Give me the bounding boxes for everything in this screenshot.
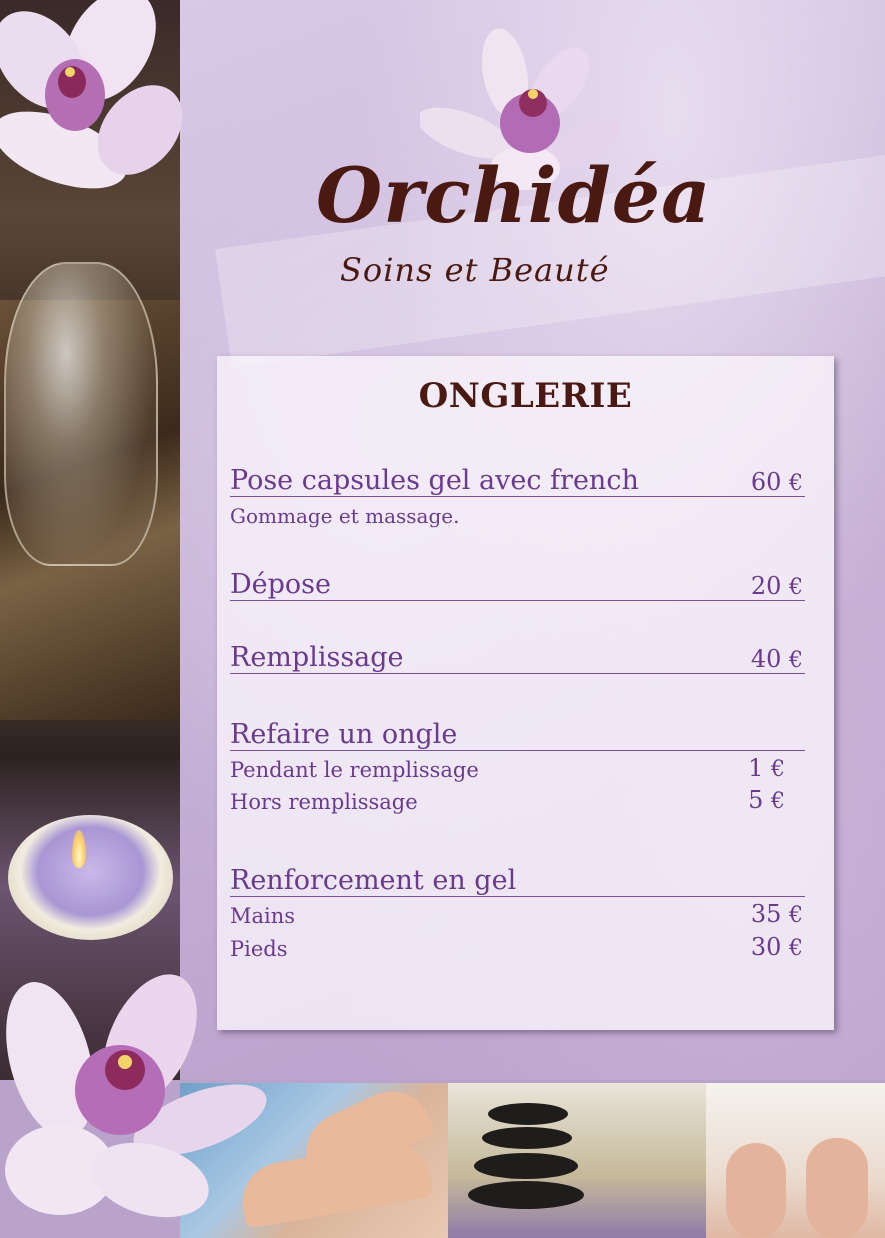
price-card: ONGLERIE Pose capsules gel avec french 6… [217, 356, 834, 1030]
service-option-name: Hors remplissage [230, 790, 418, 814]
service-price: 1 € [748, 754, 785, 782]
service-price: 5 € [748, 786, 785, 814]
service-note: Gommage et massage. [230, 504, 460, 528]
price-row: Remplissage 40 € [230, 637, 805, 674]
brand-name: Orchidéa [316, 151, 712, 240]
service-option-name: Mains [230, 904, 296, 928]
service-option-name: Pieds [230, 937, 288, 961]
price-subrow: Pieds 30 € [230, 933, 805, 961]
service-name: Refaire un ongle [230, 719, 458, 750]
service-option-name: Pendant le remplissage [230, 758, 479, 782]
service-name: Renforcement en gel [230, 865, 517, 896]
foot-shape [726, 1143, 786, 1238]
orchid-photo-bottom-left [0, 970, 270, 1238]
service-price: 20 € [750, 572, 803, 600]
section-title: ONGLERIE [418, 376, 633, 416]
price-subrow: Hors remplissage 5 € [230, 786, 805, 814]
service-price: 30 € [750, 933, 803, 961]
price-row: Pose capsules gel avec french 60 € [230, 460, 805, 497]
teapot-photo [4, 262, 158, 566]
price-subrow: Pendant le remplissage 1 € [230, 754, 805, 782]
stone-shape [468, 1181, 584, 1209]
brand-tagline: Soins et Beauté [340, 251, 610, 289]
foot-shape [806, 1138, 868, 1238]
service-price: 35 € [750, 900, 803, 928]
stone-shape [482, 1127, 572, 1149]
price-group-header: Renforcement en gel [230, 860, 805, 897]
service-price: 40 € [750, 645, 803, 673]
bottom-photo-strip [180, 1083, 885, 1238]
service-name: Remplissage [230, 642, 404, 673]
service-name: Pose capsules gel avec french [230, 465, 639, 496]
stone-shape [474, 1153, 578, 1179]
price-group-header: Refaire un ongle [230, 714, 805, 751]
orchid-photo-top-left [0, 0, 190, 200]
stone-shape [488, 1103, 568, 1125]
feet-photo [706, 1083, 885, 1238]
service-price: 60 € [750, 468, 803, 496]
service-name: Dépose [230, 569, 331, 600]
price-subrow: Mains 35 € [230, 900, 805, 928]
price-row: Dépose 20 € [230, 564, 805, 601]
stones-photo [448, 1083, 706, 1238]
candle-photo [8, 815, 173, 940]
